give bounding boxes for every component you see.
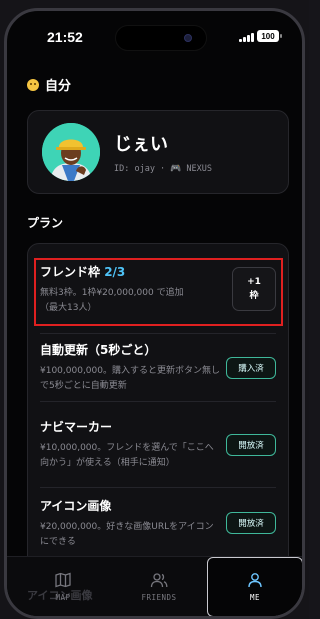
map-icon — [55, 572, 71, 588]
plan-desc: ¥100,000,000。購入すると更新ボタン無しで5秒ごとに自動更新 — [40, 366, 220, 391]
purchased-button[interactable]: 購入済 — [226, 356, 276, 379]
signal-icon — [239, 33, 254, 42]
profile-card[interactable]: じぇい ID: ojay · 🎮 NEXUS — [27, 110, 289, 194]
status-bar: 21:52 100 — [7, 11, 302, 57]
smiley-face-icon — [27, 78, 39, 91]
profile-meta: ID: ojay · 🎮 NEXUS — [114, 164, 212, 174]
plan-card: フレンド枠 2/3 無料3枠。1枠¥20,000,000 で追加 （最大13人）… — [27, 243, 289, 583]
tab-friends[interactable]: FRIENDS — [111, 557, 207, 616]
plan-row-text: ナビマーカー ¥10,000,000。フレンドを選んで「ここへ向かう」が使える（… — [40, 418, 222, 471]
highlight-box — [34, 258, 283, 326]
profile-team: NEXUS — [186, 164, 212, 174]
tab-label: FRIENDS — [141, 593, 177, 602]
battery-icon: 100 — [257, 30, 282, 42]
plan-row-auto-refresh: 自動更新（5秒ごと） ¥100,000,000。購入すると更新ボタン無しで5秒ご… — [40, 334, 276, 402]
plan-row-icon-image: アイコン画像 ¥20,000,000。好きな画像URLをアイコンにできる 開放済 — [40, 488, 276, 558]
self-section-title: 自分 — [45, 79, 72, 94]
tab-me[interactable]: ME — [207, 557, 302, 616]
gamepad-icon: 🎮 — [170, 164, 182, 174]
people-icon — [150, 573, 168, 588]
person-icon — [248, 573, 262, 588]
tab-label: ME — [249, 593, 261, 602]
unlocked-button[interactable]: 開放済 — [226, 512, 276, 534]
profile-info: じぇい ID: ojay · 🎮 NEXUS — [114, 130, 212, 174]
plan-row-text: 自動更新（5秒ごと） ¥100,000,000。購入すると更新ボタン無しで5秒ご… — [40, 341, 222, 394]
plan-desc: ¥10,000,000。フレンドを選んで「ここへ向かう」が使える（相手に通知） — [40, 443, 214, 468]
self-section-header: 自分 — [27, 75, 289, 94]
plan-row-text: アイコン画像 ¥20,000,000。好きな画像URLをアイコンにできる — [40, 497, 222, 550]
profile-id: ID: ojay · — [114, 164, 166, 174]
plan-desc: ¥20,000,000。好きな画像URLをアイコンにできる — [40, 521, 214, 547]
camera-icon — [184, 34, 192, 42]
plan-row-nav-marker: ナビマーカー ¥10,000,000。フレンドを選んで「ここへ向かう」が使える（… — [40, 402, 276, 488]
profile-name: じぇい — [114, 134, 168, 155]
plan-title-auto-refresh: 自動更新（5秒ごと） — [40, 343, 157, 357]
phone-screen: 21:52 100 自分 じぇい ID: ojay · 🎮 NEXUS プラン … — [4, 8, 305, 619]
me-screen-content: 自分 じぇい ID: ojay · 🎮 NEXUS プラン フレンド枠 2/3 … — [27, 75, 289, 583]
plan-title-nav-marker: ナビマーカー — [40, 420, 113, 434]
tab-map[interactable]: MAP — [15, 557, 111, 616]
avatar — [42, 123, 100, 181]
tab-bar: アイコン画像 MAP FRIENDS ME — [7, 556, 302, 616]
dynamic-island — [115, 25, 207, 51]
plan-title-icon-image: アイコン画像 — [40, 498, 112, 513]
plan-row-friend-slots: フレンド枠 2/3 無料3枠。1枠¥20,000,000 で追加 （最大13人）… — [34, 244, 283, 334]
phone-frame: 21:52 100 自分 じぇい ID: ojay · 🎮 NEXUS プラン … — [0, 0, 309, 619]
plan-section-title: プラン — [27, 216, 64, 230]
unlocked-button[interactable]: 開放済 — [226, 433, 276, 456]
tab-label: MAP — [55, 593, 71, 602]
status-time: 21:52 — [47, 29, 83, 45]
